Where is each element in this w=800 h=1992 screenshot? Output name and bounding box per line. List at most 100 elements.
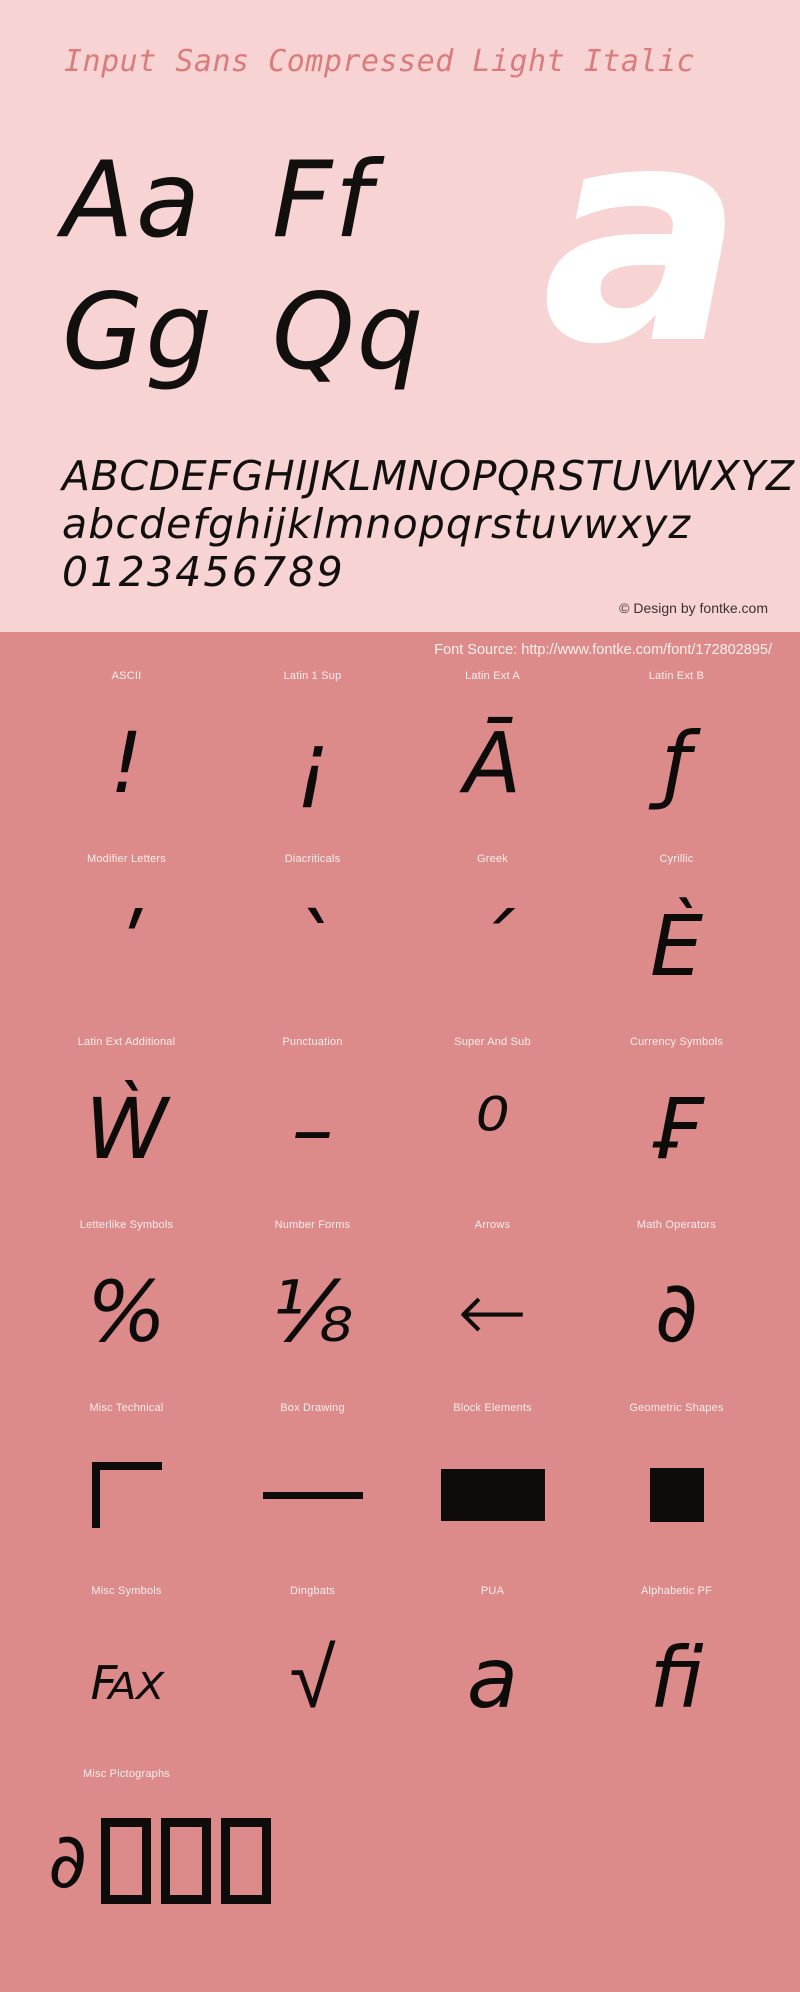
- unicode-block-cell[interactable]: PUA a: [400, 1579, 585, 1762]
- unicode-block-label: Latin Ext A: [465, 670, 520, 682]
- charset-uppercase: ABCDEFGHIJKLMNOPQRSTUVWXYZ: [62, 452, 795, 500]
- unicode-block-cell[interactable]: Misc Technical: [34, 1396, 219, 1579]
- unicode-block-glyph: ℻: [90, 1641, 163, 1714]
- unicode-block-cell[interactable]: Modifier Letters ʹ: [34, 847, 219, 1030]
- unicode-block-glyph: Ẁ: [84, 1080, 169, 1178]
- unicode-block-label: Number Forms: [274, 1219, 351, 1231]
- glyph-shape: [649, 1468, 704, 1522]
- unicode-block-label: Misc Symbols: [91, 1585, 162, 1597]
- unicode-block-glyph: ƒ: [661, 714, 692, 812]
- unicode-block-label: Modifier Letters: [86, 853, 166, 865]
- unicode-block-label: Latin Ext Additional: [77, 1036, 176, 1048]
- unicode-block-cell[interactable]: Math Operators ∂: [584, 1213, 769, 1396]
- unicode-block-glyph: √: [289, 1629, 336, 1727]
- unicode-block-cell[interactable]: Misc Pictographs ∂: [34, 1762, 272, 1945]
- font-source-link[interactable]: Font Source: http://www.fontke.com/font/…: [434, 642, 772, 658]
- unicode-block-label: Dingbats: [289, 1585, 335, 1597]
- unicode-block-glyph: ∂: [654, 1263, 699, 1361]
- unicode-block-glyph: ¡: [295, 714, 330, 812]
- unicode-block-cell[interactable]: Latin 1 Sup ¡: [220, 664, 405, 847]
- unicode-block-row: Letterlike Symbols% Number Forms ⅛ Arrows ← M…: [0, 1213, 800, 1396]
- unicode-block-row: Modifier Letters ʹ Diacriticals ˋ Greek ΄ Cyri…: [0, 847, 800, 1030]
- unicode-block-glyph: ﬁ: [649, 1629, 704, 1727]
- unicode-block-cell[interactable]: ASCII!: [34, 664, 219, 847]
- unicode-block-glyph: ⁰: [475, 1080, 510, 1178]
- unicode-block-label: Arrows: [474, 1219, 511, 1231]
- unicode-block-cell[interactable]: Latin Ext A Ā: [400, 664, 585, 847]
- unicode-block-glyph: [400, 1420, 585, 1570]
- unicode-block-cell[interactable]: Number Forms ⅛: [220, 1213, 405, 1396]
- unicode-block-label: ASCII: [111, 670, 142, 682]
- unicode-block-label: Punctuation: [282, 1036, 343, 1048]
- unicode-block-label: Latin Ext B: [648, 670, 705, 682]
- unicode-block-label: Currency Symbols: [629, 1036, 724, 1048]
- unicode-block-label: Cyrillic: [659, 853, 694, 865]
- unicode-block-glyph: ˋ: [291, 897, 334, 995]
- charset-lowercase: abcdefghijklmnopqrstuvwxyz: [62, 500, 692, 548]
- unicode-block-cell[interactable]: Geometric Shapes: [584, 1396, 769, 1579]
- unicode-block-label: Math Operators: [636, 1219, 717, 1231]
- unicode-block-label: Diacriticals: [284, 853, 341, 865]
- unicode-block-label: Greek: [477, 853, 508, 865]
- unicode-block-label: Misc Technical: [89, 1402, 164, 1414]
- unicode-block-cell[interactable]: Alphabetic PF ﬁ: [584, 1579, 769, 1762]
- unicode-block-cell[interactable]: Block Elements: [400, 1396, 585, 1579]
- unicode-block-cell[interactable]: Arrows ←: [400, 1213, 585, 1396]
- missing-glyph-box: [161, 1818, 212, 1904]
- charset-preview: ABCDEFGHIJKLMNOPQRSTUVWXYZ abcdefghijklm…: [62, 452, 795, 596]
- unicode-block-cell[interactable]: Latin Ext Additional Ẁ: [34, 1030, 219, 1213]
- unicode-blocks-panel: Font Source: http://www.fontke.com/font/…: [0, 632, 800, 1992]
- unicode-block-row: Latin Ext Additional Ẁ Punctuation – Super A…: [0, 1030, 800, 1213]
- charset-digits: 0123456789: [62, 548, 345, 596]
- font-specimen-page: a Input Sans Compressed Light Italic Aa …: [0, 0, 800, 1992]
- missing-glyph-box: [221, 1818, 272, 1904]
- unicode-block-cell[interactable]: Currency Symbols ₣: [584, 1030, 769, 1213]
- glyph-shape: [440, 1469, 545, 1521]
- unicode-block-row: Misc Symbols ℻ Dingbats √ PUA a Alphabetic PF ﬁ: [0, 1579, 800, 1762]
- unicode-block-label: Latin 1 Sup: [283, 670, 342, 682]
- font-title: Input Sans Compressed Light Italic: [64, 44, 696, 79]
- unicode-block-cell[interactable]: Dingbats √: [220, 1579, 405, 1762]
- design-credit: © Design by fontke.com: [619, 600, 768, 616]
- unicode-block-row: Misc Technical Box Drawing Block Elements G…: [0, 1396, 800, 1579]
- unicode-block-label: Geometric Shapes: [629, 1402, 724, 1414]
- unicode-block-glyph: ΄: [471, 897, 514, 995]
- unicode-block-label: Letterlike Symbols: [79, 1219, 174, 1231]
- unicode-block-cell[interactable]: Box Drawing: [220, 1396, 405, 1579]
- unicode-block-grid: ASCII! Latin 1 Sup ¡ Latin Ext A Ā Latin Ext …: [0, 664, 800, 1945]
- glyph-shape: [91, 1462, 162, 1528]
- unicode-block-label: Super And Sub: [454, 1036, 531, 1048]
- specimen-top-panel: a Input Sans Compressed Light Italic Aa …: [0, 0, 800, 632]
- unicode-block-label: Alphabetic PF: [640, 1585, 713, 1597]
- missing-glyph-box: [101, 1818, 152, 1904]
- unicode-block-cell[interactable]: Greek ΄: [400, 847, 585, 1030]
- letter-pair-grid: Aa Ff Gg Qq: [62, 140, 482, 404]
- unicode-block-glyph: ∂: [34, 1786, 368, 1936]
- letter-pair-sample: Aa: [62, 139, 203, 261]
- unicode-block-cell[interactable]: Latin Ext B ƒ: [584, 664, 769, 847]
- letter-pair-row: Aa Ff: [62, 140, 482, 272]
- unicode-block-glyph: –: [291, 1080, 334, 1178]
- letter-pair-sample: Gg: [62, 271, 215, 393]
- unicode-block-label: PUA: [480, 1585, 505, 1597]
- unicode-block-row: ASCII! Latin 1 Sup ¡ Latin Ext A Ā Latin Ext …: [0, 664, 800, 847]
- letter-pair-row: Gg Qq: [62, 272, 482, 404]
- unicode-block-cell[interactable]: Misc Symbols ℻: [34, 1579, 219, 1762]
- unicode-block-cell[interactable]: Super And Sub ⁰: [400, 1030, 585, 1213]
- unicode-block-label: Block Elements: [453, 1402, 532, 1414]
- unicode-block-row: Misc Pictographs ∂: [0, 1762, 800, 1945]
- unicode-block-cell[interactable]: Letterlike Symbols%: [34, 1213, 219, 1396]
- unicode-block-glyph: ₣: [649, 1080, 704, 1178]
- letter-pair-sample: Qq: [272, 271, 426, 393]
- unicode-block-cell[interactable]: Punctuation –: [220, 1030, 405, 1213]
- unicode-block-label: Misc Pictographs: [83, 1768, 170, 1780]
- unicode-block-cell[interactable]: Cyrillic Ѐ: [584, 847, 769, 1030]
- unicode-block-glyph: ʹ: [114, 897, 139, 995]
- unicode-block-glyph: a: [466, 1629, 519, 1727]
- watermark-glyph: a: [541, 61, 744, 410]
- unicode-block-glyph: [584, 1420, 769, 1570]
- unicode-block-cell[interactable]: Diacriticals ˋ: [220, 847, 405, 1030]
- unicode-block-glyph: %: [86, 1263, 167, 1361]
- unicode-block-glyph: [220, 1420, 405, 1570]
- letter-pair-sample: Ff: [272, 139, 374, 261]
